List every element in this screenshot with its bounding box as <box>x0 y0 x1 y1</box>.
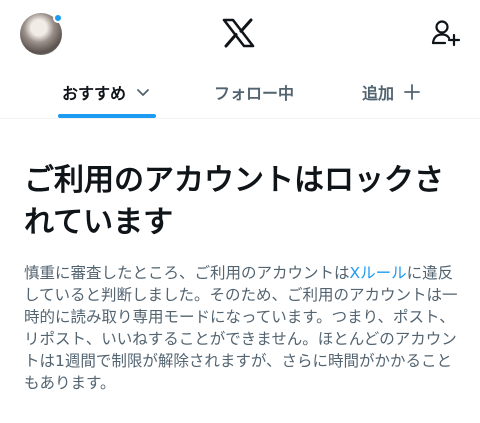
page-title: ご利用のアカウントはロックされています <box>24 163 444 240</box>
top-bar <box>0 0 480 62</box>
tab-label: おすすめ <box>62 84 127 103</box>
tab-label: フォロー中 <box>214 84 295 103</box>
tab-recommended[interactable]: おすすめ <box>62 66 150 118</box>
avatar[interactable] <box>20 13 63 55</box>
chevron-down-icon[interactable] <box>136 87 150 97</box>
x-logo-icon[interactable] <box>222 18 255 48</box>
notice-text: 慎重に審査したところ、ご利用のアカウントはXルールに違反していると判断しました。… <box>24 262 460 394</box>
notification-dot <box>53 13 63 23</box>
x-rules-link[interactable]: Xルール <box>350 264 407 282</box>
tab-label: 追加 <box>362 84 395 103</box>
timeline-tabs: おすすめ フォロー中 追加 <box>0 66 480 118</box>
tab-following[interactable]: フォロー中 <box>214 66 294 118</box>
add-user-icon[interactable] <box>431 18 461 48</box>
notice-text-rest: に違反していると判断しました。そのため、ご利用のアカウントは一時的に読み取り専用… <box>24 264 458 392</box>
divider <box>0 118 480 119</box>
tab-add[interactable]: 追加 <box>362 66 420 118</box>
notice-text-intro: 慎重に審査したところ、ご利用のアカウントは <box>24 264 350 282</box>
plus-icon[interactable] <box>404 84 420 100</box>
